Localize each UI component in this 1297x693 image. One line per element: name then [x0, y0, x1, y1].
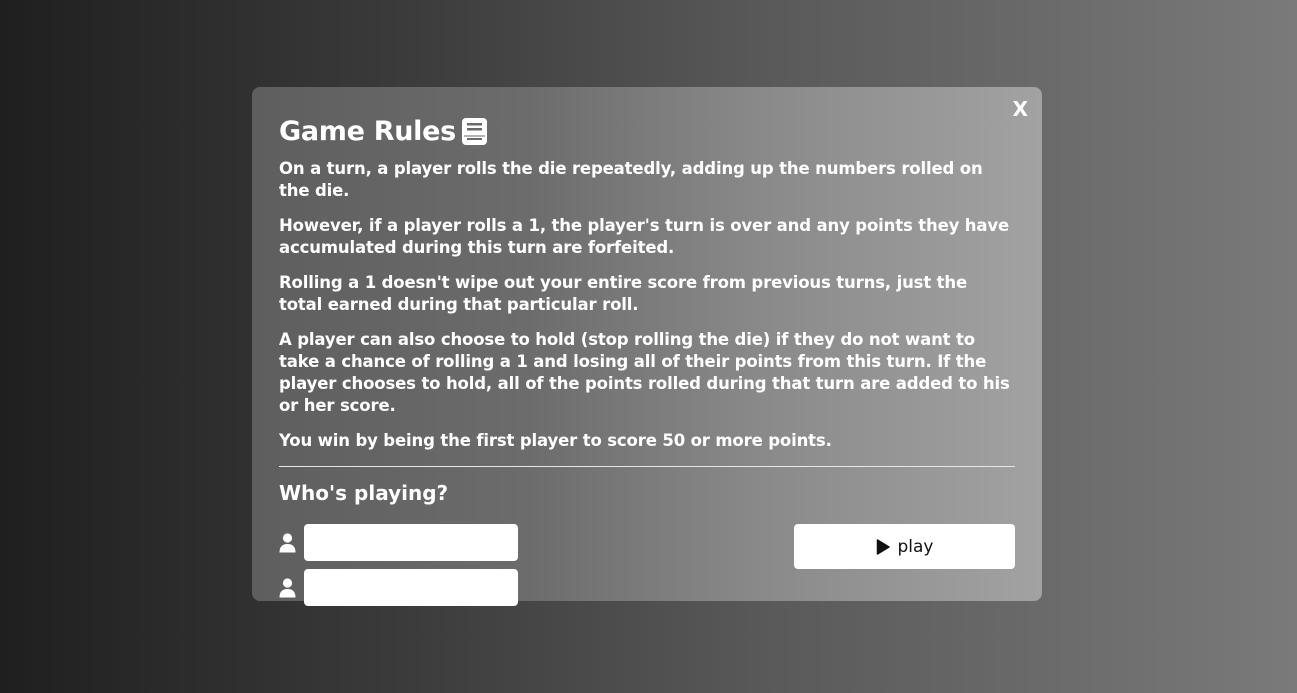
player-row: [279, 569, 1015, 606]
player-one-name-input[interactable]: [304, 524, 518, 561]
divider: [279, 466, 1015, 467]
rule-paragraph: On a turn, a player rolls the die repeat…: [279, 159, 983, 200]
rule-paragraph: A player can also choose to hold (stop r…: [279, 330, 1010, 415]
game-rules-modal: X Game Rules On a turn, a player rolls t…: [252, 87, 1042, 606]
players-section: play: [279, 524, 1015, 606]
play-icon: [876, 538, 890, 555]
title-row: Game Rules: [279, 113, 1015, 149]
rule-paragraph: Rolling a 1 doesn't wipe out your entire…: [279, 273, 968, 314]
rule-paragraph: However, if a player rolls a 1, the play…: [279, 216, 1010, 257]
close-button[interactable]: X: [1013, 99, 1028, 119]
modal-title: Game Rules: [279, 115, 456, 147]
play-button[interactable]: play: [794, 524, 1015, 569]
play-button-label: play: [897, 536, 934, 557]
player-two-name-input[interactable]: [304, 569, 518, 606]
rule-paragraph: You win by being the first player to sco…: [279, 431, 832, 450]
user-icon: [279, 577, 296, 598]
players-heading: Who's playing?: [279, 481, 449, 505]
user-icon: [279, 532, 296, 553]
book-icon: [461, 117, 487, 145]
rules-text: On a turn, a player rolls the die repeat…: [279, 158, 1015, 452]
